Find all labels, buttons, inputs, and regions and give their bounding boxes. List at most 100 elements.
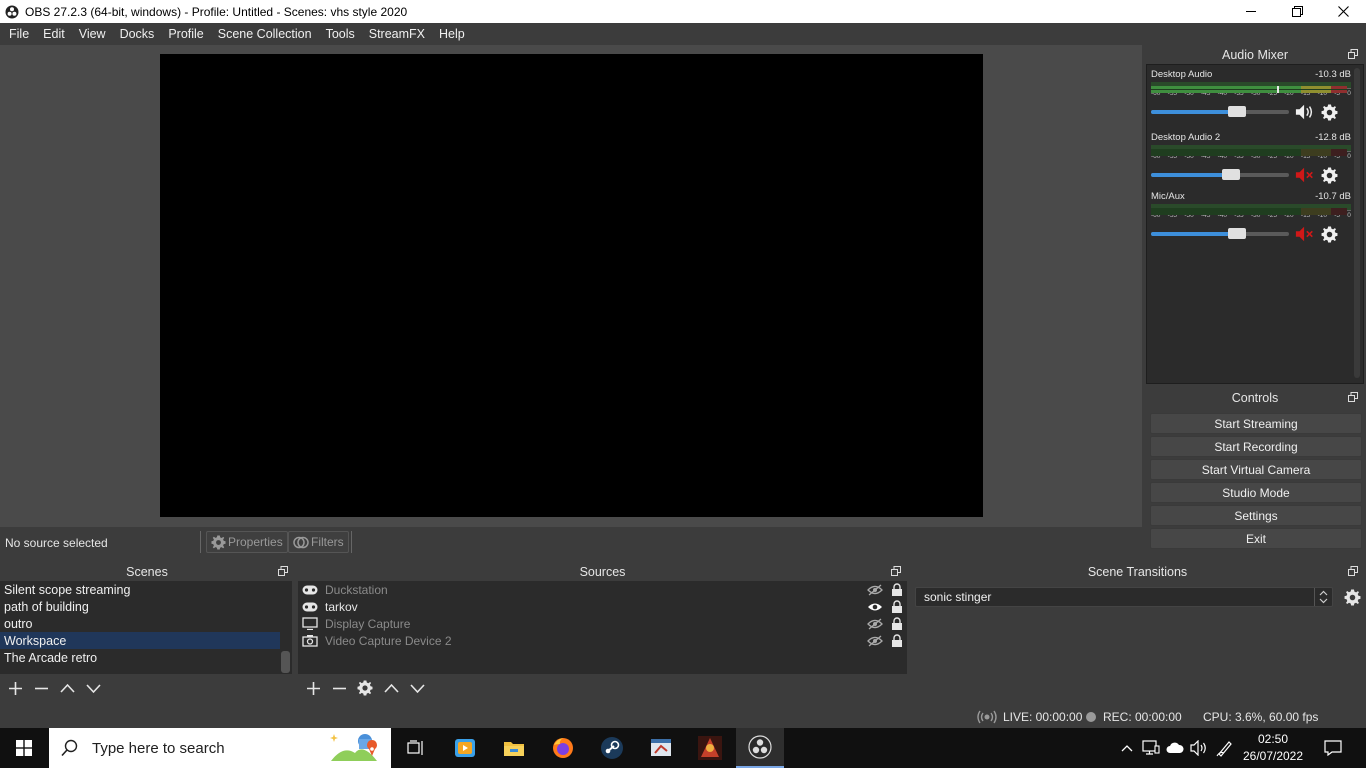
notifications-button[interactable] bbox=[1318, 728, 1348, 768]
menu-help[interactable]: Help bbox=[432, 27, 472, 41]
undock-icon[interactable] bbox=[891, 566, 901, 576]
eye-hidden-icon[interactable] bbox=[867, 618, 883, 630]
program-preview[interactable] bbox=[160, 54, 983, 517]
move-scene-up-button[interactable] bbox=[54, 676, 80, 700]
taskbar-game[interactable] bbox=[686, 728, 734, 768]
volume-slider-knob[interactable] bbox=[1228, 106, 1246, 117]
undock-icon[interactable] bbox=[1348, 49, 1358, 59]
channel-settings-button[interactable] bbox=[1319, 102, 1339, 122]
mute-toggle[interactable] bbox=[1295, 102, 1315, 122]
scene-list-scrollbar[interactable] bbox=[280, 581, 292, 674]
source-item[interactable]: tarkov bbox=[298, 598, 907, 615]
undock-icon[interactable] bbox=[278, 566, 288, 576]
taskbar-clock[interactable]: 02:50 26/07/2022 bbox=[1240, 731, 1306, 765]
onedrive-button[interactable] bbox=[1164, 728, 1186, 768]
move-scene-down-button[interactable] bbox=[80, 676, 106, 700]
taskbar-firefox[interactable] bbox=[539, 728, 587, 768]
transition-select[interactable]: sonic stinger bbox=[915, 587, 1333, 607]
lock-icon[interactable] bbox=[891, 634, 903, 647]
volume-slider[interactable] bbox=[1151, 169, 1289, 180]
filters-button[interactable]: Filters bbox=[288, 531, 349, 553]
start-streaming-button[interactable]: Start Streaming bbox=[1150, 413, 1362, 434]
menu-streamfx[interactable]: StreamFX bbox=[362, 27, 432, 41]
source-item[interactable]: Duckstation bbox=[298, 581, 907, 598]
taskbar-app-window[interactable] bbox=[637, 728, 685, 768]
lock-icon[interactable] bbox=[891, 617, 903, 630]
lock-icon[interactable] bbox=[891, 600, 903, 613]
eye-hidden-icon[interactable] bbox=[867, 635, 883, 647]
mute-toggle[interactable] bbox=[1295, 165, 1315, 185]
taskbar-obs[interactable] bbox=[736, 728, 784, 768]
mixer-scrollbar[interactable] bbox=[1354, 68, 1360, 378]
gamepad-icon bbox=[302, 601, 318, 613]
taskbar-steam[interactable] bbox=[588, 728, 636, 768]
exit-button[interactable]: Exit bbox=[1150, 528, 1362, 549]
menu-edit[interactable]: Edit bbox=[36, 27, 72, 41]
add-source-button[interactable] bbox=[300, 676, 326, 700]
scene-item[interactable]: The Arcade retro bbox=[0, 649, 280, 666]
taskbar-media-player[interactable] bbox=[441, 728, 489, 768]
start-recording-button[interactable]: Start Recording bbox=[1150, 436, 1362, 457]
menu-file[interactable]: File bbox=[2, 27, 36, 41]
channel-db: -12.8 dB bbox=[1315, 132, 1351, 143]
gear-icon bbox=[1321, 167, 1337, 183]
move-source-up-button[interactable] bbox=[378, 676, 404, 700]
volume-slider-knob[interactable] bbox=[1222, 169, 1240, 180]
volume-button[interactable] bbox=[1188, 728, 1210, 768]
menu-scene-collection[interactable]: Scene Collection bbox=[211, 27, 319, 41]
mute-toggle[interactable] bbox=[1295, 224, 1315, 244]
taskbar-search-box[interactable]: Type here to search bbox=[49, 728, 391, 768]
firefox-icon bbox=[553, 738, 573, 758]
start-virtual-camera-button[interactable]: Start Virtual Camera bbox=[1150, 459, 1362, 480]
pen-workspace-button[interactable] bbox=[1214, 728, 1236, 768]
updown-arrows-icon[interactable] bbox=[1314, 588, 1332, 606]
source-tools bbox=[300, 676, 430, 700]
start-button[interactable] bbox=[0, 728, 48, 768]
transition-settings-button[interactable] bbox=[1342, 587, 1362, 607]
undock-icon[interactable] bbox=[1348, 566, 1358, 576]
eye-hidden-icon[interactable] bbox=[867, 584, 883, 596]
volume-slider[interactable] bbox=[1151, 106, 1289, 117]
audio-mixer-dock: Audio Mixer Desktop Audio -10.3 dB -60 -… bbox=[1146, 45, 1364, 385]
settings-button[interactable]: Settings bbox=[1150, 505, 1362, 526]
source-item[interactable]: Display Capture bbox=[298, 615, 907, 632]
search-highlight-icon bbox=[330, 734, 377, 761]
scene-item[interactable]: Silent scope streaming bbox=[0, 581, 280, 598]
show-hidden-icons-button[interactable] bbox=[1118, 728, 1136, 768]
scene-item-selected[interactable]: Workspace bbox=[0, 632, 280, 649]
scene-transitions-label: Scene Transitions bbox=[1087, 564, 1188, 579]
notification-icon bbox=[1324, 740, 1342, 756]
volume-icon bbox=[1190, 740, 1206, 756]
menu-docks[interactable]: Docks bbox=[113, 27, 162, 41]
menu-tools[interactable]: Tools bbox=[319, 27, 362, 41]
network-button[interactable] bbox=[1140, 728, 1162, 768]
undock-icon[interactable] bbox=[1348, 392, 1358, 402]
scrollbar-thumb[interactable] bbox=[281, 651, 290, 673]
close-button[interactable] bbox=[1320, 0, 1366, 23]
source-item[interactable]: Video Capture Device 2 bbox=[298, 632, 907, 649]
scene-item[interactable]: outro bbox=[0, 615, 280, 632]
move-source-down-button[interactable] bbox=[404, 676, 430, 700]
source-properties-button[interactable] bbox=[352, 676, 378, 700]
menu-profile[interactable]: Profile bbox=[161, 27, 210, 41]
gear-icon bbox=[1321, 226, 1337, 242]
obs-logo-icon bbox=[5, 5, 19, 18]
scene-item[interactable]: path of building bbox=[0, 598, 280, 615]
add-scene-button[interactable] bbox=[2, 676, 28, 700]
remove-scene-button[interactable] bbox=[28, 676, 54, 700]
eye-icon[interactable] bbox=[867, 601, 883, 613]
scale-tick: 0 bbox=[1347, 212, 1351, 219]
menu-view[interactable]: View bbox=[72, 27, 113, 41]
lock-icon[interactable] bbox=[891, 583, 903, 596]
minimize-button[interactable] bbox=[1228, 0, 1274, 23]
volume-slider-knob[interactable] bbox=[1228, 228, 1246, 239]
channel-settings-button[interactable] bbox=[1319, 224, 1339, 244]
properties-button[interactable]: Properties bbox=[206, 531, 288, 553]
taskbar-file-explorer[interactable] bbox=[490, 728, 538, 768]
channel-settings-button[interactable] bbox=[1319, 165, 1339, 185]
remove-source-button[interactable] bbox=[326, 676, 352, 700]
maximize-button[interactable] bbox=[1274, 0, 1320, 23]
task-view-button[interactable] bbox=[392, 728, 440, 768]
studio-mode-button[interactable]: Studio Mode bbox=[1150, 482, 1362, 503]
volume-slider[interactable] bbox=[1151, 228, 1289, 239]
